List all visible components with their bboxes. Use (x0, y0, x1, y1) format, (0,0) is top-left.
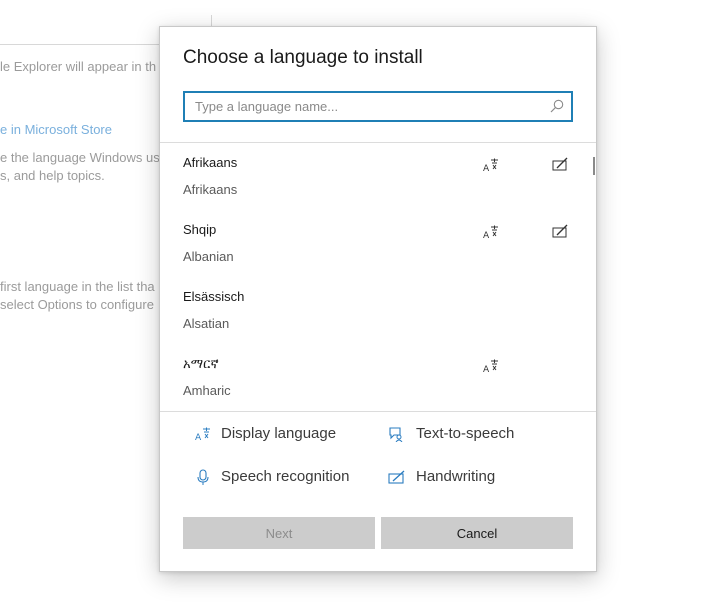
choose-language-dialog: Choose a language to install Afrikaans A… (159, 26, 597, 572)
handwriting-icon (552, 157, 568, 171)
search-icon[interactable] (550, 99, 564, 113)
svg-text:A: A (195, 433, 202, 442)
language-search-input[interactable] (185, 93, 555, 120)
text-to-speech-icon (389, 426, 403, 442)
legend-text-to-speech-label: Text-to-speech (416, 425, 515, 442)
language-native-name: Shqip (183, 222, 217, 237)
list-item[interactable]: Afrikaans Afrikaans A (160, 143, 590, 209)
svg-text:A: A (483, 164, 490, 173)
cancel-button[interactable]: Cancel (381, 517, 573, 549)
language-list: Afrikaans Afrikaans A Shqip Albanian A E… (160, 143, 596, 411)
language-english-name: Alsatian (183, 316, 230, 331)
handwriting-icon (388, 470, 405, 484)
legend-display-language: A Display language (195, 425, 336, 442)
legend-handwriting-label: Handwriting (416, 468, 496, 485)
display-language-icon: A (483, 158, 498, 173)
language-english-name: Afrikaans (183, 182, 238, 197)
language-english-name: Albanian (183, 249, 234, 264)
language-english-name: Amharic (183, 383, 231, 398)
language-native-name: Elsässisch (183, 289, 245, 304)
display-language-icon: A (483, 359, 498, 374)
background-text-language: e the language Windows us (0, 150, 160, 165)
list-item[interactable]: Shqip Albanian A (160, 210, 590, 276)
background-text-topics: s, and help topics. (0, 168, 105, 183)
legend-text-to-speech: Text-to-speech (388, 425, 514, 442)
display-language-icon: A (195, 427, 210, 442)
microphone-icon (197, 468, 209, 485)
dialog-title: Choose a language to install (183, 47, 423, 68)
next-button[interactable]: Next (183, 517, 375, 549)
legend-handwriting: Handwriting (388, 468, 495, 485)
background-text-first-language: first language in the list tha (0, 279, 155, 294)
legend-speech-recognition-label: Speech recognition (221, 468, 350, 485)
background-text-explorer: le Explorer will appear in th (0, 59, 157, 74)
svg-text:A: A (483, 231, 490, 240)
language-native-name: አማርኛ (183, 356, 219, 371)
legend-speech-recognition: Speech recognition (195, 468, 349, 485)
display-language-icon: A (483, 225, 498, 240)
svg-text:A: A (483, 365, 490, 374)
list-item[interactable]: አማርኛ Amharic A (160, 344, 590, 410)
handwriting-icon (552, 224, 568, 238)
language-native-name: Afrikaans (183, 155, 238, 170)
language-search-box[interactable] (183, 91, 573, 122)
legend-display-language-label: Display language (221, 425, 337, 442)
list-bottom-divider (160, 411, 596, 412)
background-link-store: e in Microsoft Store (0, 122, 112, 137)
background-text-options: select Options to configure (0, 297, 154, 312)
list-scrollbar[interactable] (593, 157, 595, 175)
list-item[interactable]: Elsässisch Alsatian (160, 277, 590, 343)
